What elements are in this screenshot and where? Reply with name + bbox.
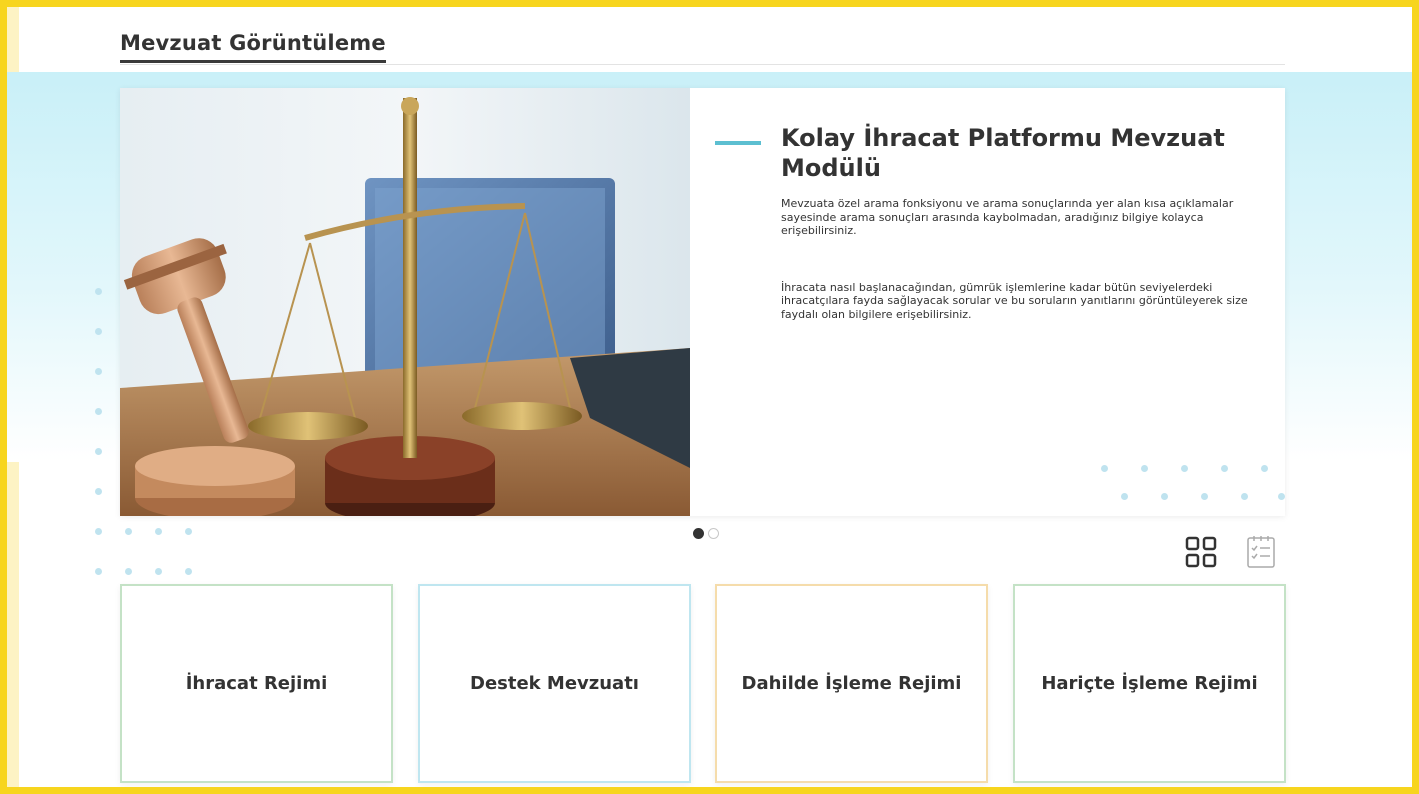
page-header: Mevzuat Görüntüleme [120,31,1285,65]
scales-of-justice-image [120,88,690,516]
page-frame: Mevzuat Görüntüleme Kolay İhracat Platfo… [0,0,1419,794]
hero-title: Kolay İhracat Platformu Mevzuat Modülü [781,124,1225,182]
grid-view-icon[interactable] [1184,535,1218,569]
hero-image [120,88,690,516]
hero-description-2: İhracata nasıl başlanacağından, gümrük i… [781,280,1248,321]
tile-label: İhracat Rejimi [185,673,328,694]
tile-label: Dahilde İşleme Rejimi [741,673,962,694]
hero-text: Kolay İhracat Platformu Mevzuat Modülü M… [715,123,1275,321]
carousel-pager [693,528,719,540]
carousel-dot-1[interactable] [693,528,704,539]
tile-ihracat-rejimi[interactable]: İhracat Rejimi [120,584,393,783]
page-title: Mevzuat Görüntüleme [120,31,386,63]
hero-description-1: Mevzuata özel arama fonksiyonu ve arama … [781,197,1234,237]
view-toggle [1184,535,1278,569]
tile-destek-mevzuati[interactable]: Destek Mevzuatı [418,584,691,783]
checklist-view-icon[interactable] [1244,535,1278,569]
carousel-dot-2[interactable] [708,528,719,539]
tile-haricte-isleme-rejimi[interactable]: Hariçte İşleme Rejimi [1013,584,1286,783]
tile-label: Destek Mevzuatı [470,673,639,694]
tile-dahilde-isleme-rejimi[interactable]: Dahilde İşleme Rejimi [715,584,988,783]
hero-card: Kolay İhracat Platformu Mevzuat Modülü M… [120,88,1285,516]
accent-bar [715,141,761,145]
tile-label: Hariçte İşleme Rejimi [1041,673,1258,694]
